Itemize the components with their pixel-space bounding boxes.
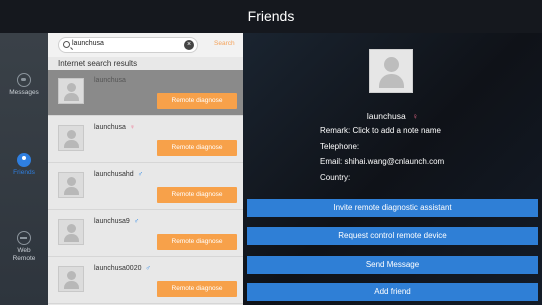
list-item[interactable]: launchusa9 ♂ Remote diagnose — [48, 211, 243, 257]
email-label: Email: — [320, 157, 343, 166]
title-bar: Friends — [0, 0, 542, 33]
male-icon: ♂ — [145, 265, 151, 272]
friends-icon — [17, 153, 31, 167]
avatar — [58, 172, 84, 198]
web-remote-icon — [17, 231, 31, 245]
male-icon: ♂ — [137, 171, 143, 178]
remote-diagnose-button[interactable]: Remote diagnose — [157, 187, 237, 203]
list-item[interactable]: launchusa0020 ♂ Remote diagnose — [48, 258, 243, 304]
friend-name-text: launchusa — [94, 124, 126, 131]
send-message-button[interactable]: Send Message — [247, 256, 538, 274]
avatar — [58, 125, 84, 151]
friend-name-text: launchusa9 — [94, 218, 130, 225]
search-bar: launchusa × Search — [48, 33, 243, 57]
search-icon — [63, 41, 70, 48]
add-friend-button[interactable]: Add friend — [247, 283, 538, 301]
search-input-value: launchusa — [72, 40, 104, 47]
rail-label-web-remote: Web Remote — [12, 247, 36, 262]
list-item[interactable]: launchusa Remote diagnose — [48, 70, 243, 116]
list-item[interactable]: launchusa ♀ Remote diagnose — [48, 117, 243, 163]
page-title: Friends — [247, 8, 295, 24]
rail-item-web-remote[interactable]: Web Remote — [0, 231, 48, 263]
female-icon: ♀ — [412, 112, 419, 121]
search-button[interactable]: Search — [214, 40, 235, 47]
friend-name: launchusa0020 ♂ — [94, 265, 151, 272]
detail-name-text: launchusa — [366, 111, 406, 121]
email-value: shihai.wang@cnlaunch.com — [344, 157, 445, 166]
list-item[interactable]: launchusahd ♂ Remote diagnose — [48, 164, 243, 210]
remark-value[interactable]: Click to add a note name — [352, 126, 441, 135]
avatar — [58, 266, 84, 292]
friend-name: launchusahd ♂ — [94, 171, 143, 178]
invite-assistant-button[interactable]: Invite remote diagnostic assistant — [247, 199, 538, 217]
telephone-line: Telephone: — [320, 142, 359, 151]
friends-list-panel: launchusa × Search Internet search resul… — [48, 33, 243, 305]
remark-line[interactable]: Remark: Click to add a note name — [320, 126, 441, 135]
rail-item-messages[interactable]: Messages — [0, 73, 48, 97]
friend-name: launchusa — [94, 77, 126, 84]
nav-rail: Messages Friends Web Remote — [0, 33, 48, 305]
detail-name: launchusa ♀ — [243, 111, 542, 121]
email-line: Email: shihai.wang@cnlaunch.com — [320, 157, 444, 166]
remote-diagnose-button[interactable]: Remote diagnose — [157, 93, 237, 109]
avatar — [58, 78, 84, 104]
rail-label-messages: Messages — [9, 89, 39, 96]
rail-label-friends: Friends — [13, 169, 35, 176]
friend-name: launchusa9 ♂ — [94, 218, 139, 225]
avatar — [369, 49, 413, 93]
section-label: Internet search results — [58, 59, 138, 68]
friend-detail-panel: launchusa ♀ Remark: Click to add a note … — [243, 33, 542, 305]
remote-diagnose-button[interactable]: Remote diagnose — [157, 140, 237, 156]
telephone-label: Telephone: — [320, 142, 360, 151]
request-control-button[interactable]: Request control remote device — [247, 227, 538, 245]
avatar — [58, 219, 84, 245]
country-label: Country: — [320, 173, 351, 182]
friend-name-text: launchusa0020 — [94, 265, 142, 272]
clear-icon[interactable]: × — [184, 40, 194, 50]
friend-name-text: launchusahd — [94, 171, 134, 178]
country-line: Country: — [320, 173, 350, 182]
remote-diagnose-button[interactable]: Remote diagnose — [157, 281, 237, 297]
remark-label: Remark: — [320, 126, 351, 135]
female-icon: ♀ — [129, 124, 136, 131]
friend-name: launchusa ♀ — [94, 124, 135, 131]
remote-diagnose-button[interactable]: Remote diagnose — [157, 234, 237, 250]
message-icon — [17, 73, 31, 87]
search-input[interactable]: launchusa × — [58, 37, 198, 53]
male-icon: ♂ — [133, 218, 140, 225]
rail-item-friends[interactable]: Friends — [0, 153, 48, 177]
